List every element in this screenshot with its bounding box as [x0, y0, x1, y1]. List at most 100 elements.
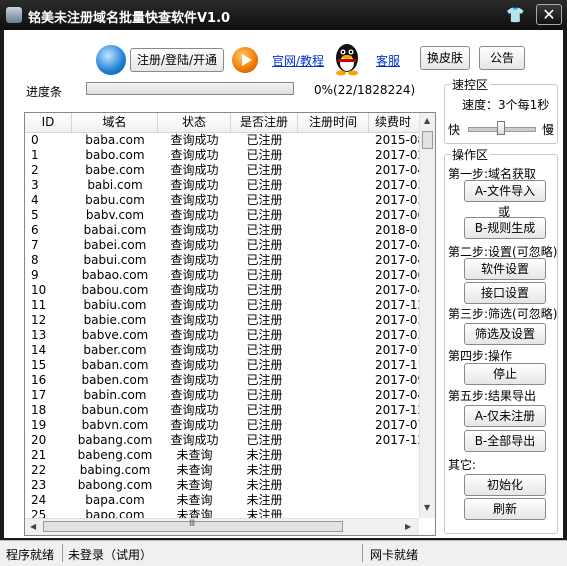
- table-row[interactable]: 3 babi.com 查询成功 已注册 2017-03: [25, 178, 419, 193]
- operations-group-title: 操作区: [450, 146, 491, 163]
- column-header-id[interactable]: ID: [25, 113, 72, 132]
- cell-registered: 未注册: [246, 463, 283, 477]
- table-row[interactable]: 6 babai.com 查询成功 已注册 2018-01: [25, 223, 419, 238]
- table-row[interactable]: 4 babu.com 查询成功 已注册 2017-03: [25, 193, 419, 208]
- cell-status: 查询成功: [170, 313, 219, 327]
- speed-label: 速度：3个每1秒: [462, 98, 550, 112]
- table-row[interactable]: 0 baba.com 查询成功 已注册 2015-08: [25, 133, 419, 148]
- website-tutorial-link[interactable]: 官网/教程: [272, 52, 324, 69]
- cell-status: 未查询: [176, 493, 213, 507]
- vertical-scrollbar[interactable]: ▲ ▼: [419, 113, 435, 518]
- cell-id: 6: [31, 223, 39, 237]
- table-row[interactable]: 1 babo.com 查询成功 已注册 2017-02: [25, 148, 419, 163]
- table-row[interactable]: 20 babang.com 查询成功 已注册 2017-12: [25, 433, 419, 448]
- vertical-scroll-thumb[interactable]: [422, 131, 433, 149]
- cell-status: 查询成功: [170, 178, 219, 192]
- cell-id: 24: [31, 493, 47, 507]
- stop-button[interactable]: 停止: [464, 363, 546, 385]
- filter-settings-button[interactable]: 筛选及设置: [464, 323, 546, 345]
- table-row[interactable]: 9 babao.com 查询成功 已注册 2017-06: [25, 268, 419, 283]
- column-header-domain[interactable]: 域名: [72, 113, 158, 132]
- cell-renew-time: 2017-02: [375, 148, 419, 162]
- cell-reg-time: [298, 238, 369, 253]
- software-settings-button[interactable]: 软件设置: [464, 258, 546, 280]
- table-row[interactable]: 13 babve.com 查询成功 已注册 2017-03: [25, 328, 419, 343]
- table-row[interactable]: 14 baber.com 查询成功 已注册 2017-07: [25, 343, 419, 358]
- cell-registered: 已注册: [246, 403, 283, 417]
- file-import-button[interactable]: A-文件导入: [464, 180, 546, 202]
- table-row[interactable]: 23 babong.com 未查询 未注册: [25, 478, 419, 493]
- speed-control-group: [444, 84, 558, 144]
- table-row[interactable]: 18 babun.com 查询成功 已注册 2017-12: [25, 403, 419, 418]
- cell-domain: baba.com: [85, 133, 145, 147]
- export-unregistered-button[interactable]: A-仅未注册: [464, 405, 546, 427]
- cell-status: 查询成功: [170, 193, 219, 207]
- notice-button[interactable]: 公告: [479, 46, 525, 70]
- cell-renew-time: 2017-03: [375, 328, 419, 342]
- skin-icon[interactable]: 👕: [506, 7, 525, 23]
- cell-registered: 未注册: [246, 493, 283, 507]
- cell-status: 查询成功: [170, 268, 219, 282]
- initialize-button[interactable]: 初始化: [464, 474, 546, 496]
- cell-registered: 已注册: [246, 178, 283, 192]
- cell-id: 8: [31, 253, 39, 267]
- qq-penguin-icon[interactable]: [332, 42, 362, 76]
- cell-renew-time: 2017-07: [375, 418, 419, 432]
- scroll-up-arrow-icon[interactable]: ▲: [424, 116, 430, 125]
- table-row[interactable]: 12 babie.com 查询成功 已注册 2017-03: [25, 313, 419, 328]
- table-row[interactable]: 7 babei.com 查询成功 已注册 2017-04: [25, 238, 419, 253]
- horizontal-scrollbar[interactable]: ◀ Ⅲ ▶: [25, 518, 419, 535]
- domain-table[interactable]: ID 域名 状态 是否注册 注册时间 续费时 0 baba.com 查询成功 已注册 2…: [24, 112, 436, 536]
- change-skin-button[interactable]: 换皮肤: [420, 46, 470, 70]
- cell-renew-time: [375, 463, 419, 478]
- table-row[interactable]: 21 babeng.com 未查询 未注册: [25, 448, 419, 463]
- cell-renew-time: 2017-03: [375, 193, 419, 207]
- table-row[interactable]: 19 babvn.com 查询成功 已注册 2017-07: [25, 418, 419, 433]
- horizontal-scroll-thumb[interactable]: Ⅲ: [43, 519, 343, 532]
- scroll-left-arrow-icon[interactable]: ◀: [30, 522, 36, 531]
- table-row[interactable]: 2 babe.com 查询成功 已注册 2017-04: [25, 163, 419, 178]
- cell-reg-time: [298, 388, 369, 403]
- table-row[interactable]: 17 babin.com 查询成功 已注册 2017-04: [25, 388, 419, 403]
- table-row[interactable]: 8 babui.com 查询成功 已注册 2017-04: [25, 253, 419, 268]
- cell-renew-time: 2017-03: [375, 313, 419, 327]
- refresh-button[interactable]: 刷新: [464, 498, 546, 520]
- cell-registered: 已注册: [246, 283, 283, 297]
- close-button[interactable]: ✕: [536, 4, 562, 25]
- cell-domain: babie.com: [83, 313, 147, 327]
- export-all-button[interactable]: B-全部导出: [464, 430, 546, 452]
- column-header-status[interactable]: 状态: [158, 113, 231, 132]
- cell-reg-time: [298, 208, 369, 223]
- speed-slider-thumb[interactable]: [497, 121, 505, 135]
- cell-renew-time: [375, 478, 419, 493]
- cell-registered: 已注册: [246, 388, 283, 402]
- cell-domain: baber.com: [83, 343, 147, 357]
- table-row[interactable]: 22 babing.com 未查询 未注册: [25, 463, 419, 478]
- scroll-down-arrow-icon[interactable]: ▼: [424, 503, 430, 512]
- column-header-reg-time[interactable]: 注册时间: [298, 113, 369, 132]
- cell-registered: 已注册: [246, 238, 283, 252]
- table-row[interactable]: 11 babiu.com 查询成功 已注册 2017-12: [25, 298, 419, 313]
- cell-status: 查询成功: [170, 403, 219, 417]
- table-row[interactable]: 25 bapo.com 未查询 未注册: [25, 508, 419, 518]
- cell-renew-time: 2017-07: [375, 343, 419, 357]
- cell-id: 3: [31, 178, 39, 192]
- step3-label: 第三步:筛选(可忽略): [448, 307, 558, 321]
- title-bar[interactable]: 铭美未注册域名批量快查软件V1.0 👕 ✕: [0, 0, 567, 30]
- api-settings-button[interactable]: 接口设置: [464, 282, 546, 304]
- table-row[interactable]: 15 baban.com 查询成功 已注册 2017-11: [25, 358, 419, 373]
- scroll-right-arrow-icon[interactable]: ▶: [405, 522, 411, 531]
- cell-domain: bapa.com: [85, 493, 145, 507]
- table-row[interactable]: 24 bapa.com 未查询 未注册: [25, 493, 419, 508]
- cell-id: 21: [31, 448, 47, 462]
- cell-status: 查询成功: [170, 208, 219, 222]
- register-login-button[interactable]: 注册/登陆/开通: [130, 48, 224, 72]
- cell-reg-time: [298, 493, 369, 508]
- table-row[interactable]: 10 babou.com 查询成功 已注册 2017-04: [25, 283, 419, 298]
- customer-service-link[interactable]: 客服: [376, 52, 400, 69]
- table-row[interactable]: 5 babv.com 查询成功 已注册 2017-06: [25, 208, 419, 223]
- rule-generate-button[interactable]: B-规则生成: [464, 217, 546, 239]
- column-header-registered[interactable]: 是否注册: [231, 113, 298, 132]
- play-icon[interactable]: [232, 47, 258, 73]
- table-row[interactable]: 16 baben.com 查询成功 已注册 2017-09: [25, 373, 419, 388]
